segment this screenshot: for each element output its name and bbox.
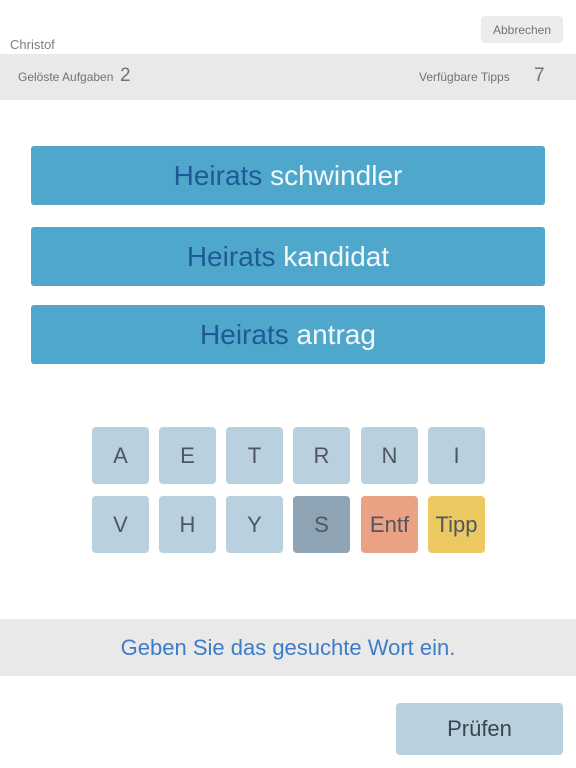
available-hints-label: Verfügbare Tipps bbox=[419, 70, 510, 84]
instruction-text: Geben Sie das gesuchte Wort ein. bbox=[0, 619, 576, 676]
username: Christof bbox=[10, 37, 55, 52]
word-suffix: kandidat bbox=[283, 240, 390, 272]
word-prefix: Heirats bbox=[186, 240, 276, 272]
letter-key-e[interactable]: E bbox=[159, 427, 216, 484]
word-suffix: antrag bbox=[296, 318, 376, 350]
letter-key-a[interactable]: A bbox=[92, 427, 149, 484]
check-button[interactable]: Prüfen bbox=[396, 703, 563, 755]
delete-key[interactable]: Entf bbox=[361, 496, 418, 553]
word-prefix: Heirats bbox=[173, 159, 263, 191]
letter-key-y[interactable]: Y bbox=[226, 496, 283, 553]
word-suffix: schwindler bbox=[270, 159, 403, 191]
letter-key-h[interactable]: H bbox=[159, 496, 216, 553]
stats-bar: Gelöste Aufgaben 2 Verfügbare Tipps 7 bbox=[0, 54, 576, 100]
cancel-button[interactable]: Abbrechen bbox=[481, 16, 563, 43]
letter-key-t[interactable]: T bbox=[226, 427, 283, 484]
word-row-1: Heirats schwindler bbox=[31, 146, 545, 205]
letter-key-r[interactable]: R bbox=[293, 427, 350, 484]
letter-key-v[interactable]: V bbox=[92, 496, 149, 553]
solved-tasks-label: Gelöste Aufgaben bbox=[18, 70, 114, 84]
available-hints-count: 7 bbox=[534, 65, 545, 86]
word-row-2: Heirats kandidat bbox=[31, 227, 545, 286]
word-prefix: Heirats bbox=[200, 318, 289, 350]
letter-key-i[interactable]: I bbox=[428, 427, 485, 484]
letter-key-s[interactable]: S bbox=[293, 496, 350, 553]
hint-key[interactable]: Tipp bbox=[428, 496, 485, 553]
word-row-3: Heirats antrag bbox=[31, 305, 545, 364]
solved-tasks-count: 2 bbox=[120, 65, 131, 86]
letter-key-n[interactable]: N bbox=[361, 427, 418, 484]
